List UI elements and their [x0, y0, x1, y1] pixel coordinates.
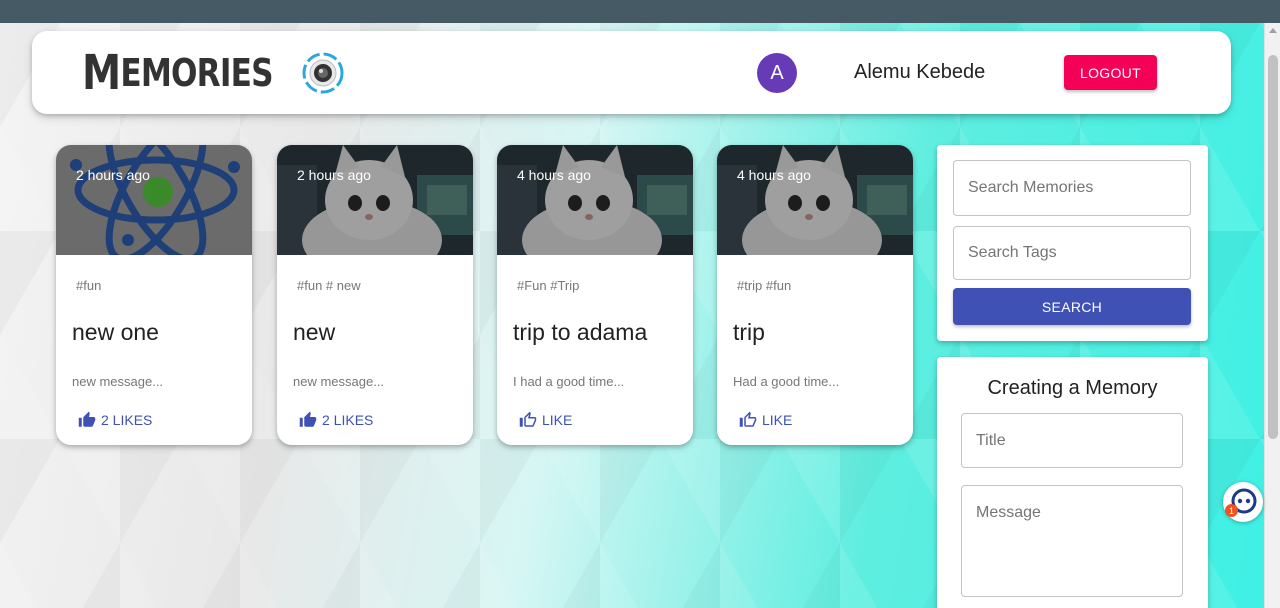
like-count: LIKE	[542, 412, 573, 428]
logout-button[interactable]: LOGOUT	[1064, 55, 1157, 90]
post-title: trip	[733, 319, 765, 345]
create-memory-form: Creating a Memory Title Message	[937, 357, 1208, 608]
thumb-up-filled-icon	[299, 411, 317, 427]
avatar[interactable]: A	[757, 53, 797, 93]
app-bar: M EMORIES A Alemu Kebede LOGOUT	[32, 31, 1231, 114]
post-card[interactable]: 4 hours ago #Fun #Trip trip to adama I h…	[497, 145, 693, 445]
thumb-up-filled-icon	[78, 411, 96, 427]
message-textarea[interactable]: Message	[961, 485, 1183, 597]
search-tags-input[interactable]: Search Tags	[953, 226, 1191, 280]
browser-top-strip	[0, 0, 1280, 23]
post-time: 2 hours ago	[297, 167, 371, 183]
like-button[interactable]: LIKE	[739, 411, 792, 429]
post-title: new one	[72, 319, 159, 345]
search-button[interactable]: SEARCH	[953, 288, 1191, 325]
post-message: new message...	[293, 374, 385, 389]
user-name: Alemu Kebede	[854, 61, 986, 83]
post-tags: #Fun #Trip	[517, 278, 580, 293]
post-card[interactable]: 4 hours ago #trip #fun trip Had a good t…	[717, 145, 913, 445]
post-image	[497, 145, 693, 255]
post-image	[717, 145, 913, 255]
cat-photo-image	[717, 145, 913, 255]
scroll-up-icon[interactable]	[1269, 28, 1277, 33]
thumb-up-outline-icon	[519, 411, 537, 427]
post-title: new	[293, 319, 336, 345]
like-count: 2 LIKES	[101, 412, 153, 428]
notification-badge: 1	[1225, 504, 1238, 517]
post-message: new message...	[72, 374, 164, 389]
like-button[interactable]: 2 LIKES	[78, 411, 152, 429]
post-image	[56, 145, 252, 255]
search-panel: Search Memories Search Tags SEARCH	[937, 145, 1208, 341]
post-tags: #trip #fun	[737, 278, 792, 293]
like-button[interactable]: 2 LIKES	[299, 411, 373, 429]
cat-photo-image	[497, 145, 693, 255]
post-time: 2 hours ago	[76, 167, 150, 183]
title-input[interactable]: Title	[961, 413, 1183, 468]
post-time: 4 hours ago	[517, 167, 591, 183]
chat-helper-button[interactable]: 1	[1223, 482, 1263, 522]
like-count: LIKE	[762, 412, 793, 428]
camera-lens-icon	[302, 52, 344, 94]
brand-logo-text[interactable]: M EMORIES	[82, 45, 274, 101]
post-time: 4 hours ago	[737, 167, 811, 183]
page-scrollbar[interactable]	[1264, 23, 1280, 608]
post-message: Had a good time...	[733, 374, 840, 389]
atom-logo-image	[56, 145, 252, 255]
form-title: Creating a Memory	[987, 377, 1158, 399]
post-card[interactable]: 2 hours ago #fun # new new new message..…	[277, 145, 473, 445]
like-count: 2 LIKES	[322, 412, 374, 428]
post-tags: #fun # new	[297, 278, 361, 293]
like-button[interactable]: LIKE	[519, 411, 572, 429]
post-tags: #fun	[76, 278, 102, 293]
brand-rest: EMORIES	[120, 51, 273, 95]
post-title: trip to adama	[513, 319, 648, 345]
post-card[interactable]: 2 hours ago #fun new one new message... …	[56, 145, 252, 445]
post-image	[277, 145, 473, 255]
cat-photo-image	[277, 145, 473, 255]
brand-initial: M	[82, 45, 121, 101]
thumb-up-outline-icon	[739, 411, 757, 427]
search-memories-input[interactable]: Search Memories	[953, 160, 1191, 216]
scrollbar-thumb[interactable]	[1268, 55, 1278, 439]
post-message: I had a good time...	[513, 374, 625, 389]
